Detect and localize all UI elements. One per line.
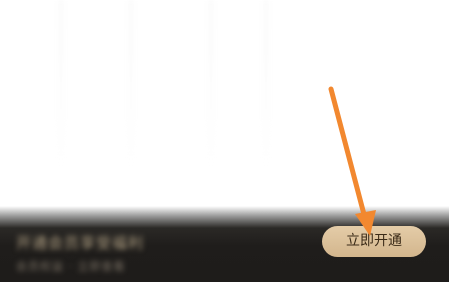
promo-subtext: 会员权益 · 立即查看 bbox=[16, 260, 126, 273]
member-promo-bar: 开通会员享受福利 会员权益 · 立即查看 立即开通 bbox=[0, 206, 449, 282]
blurred-background-line bbox=[60, 0, 62, 170]
arrow-shaft bbox=[328, 86, 369, 225]
blurred-background-line bbox=[130, 0, 132, 170]
screenshot-page: 开通会员享受福利 会员权益 · 立即查看 立即开通 bbox=[0, 0, 449, 282]
open-membership-button[interactable]: 立即开通 bbox=[322, 226, 426, 257]
promo-text: 开通会员享受福利 bbox=[16, 234, 145, 252]
blurred-background-line bbox=[265, 0, 267, 170]
blurred-background-line bbox=[210, 0, 212, 170]
